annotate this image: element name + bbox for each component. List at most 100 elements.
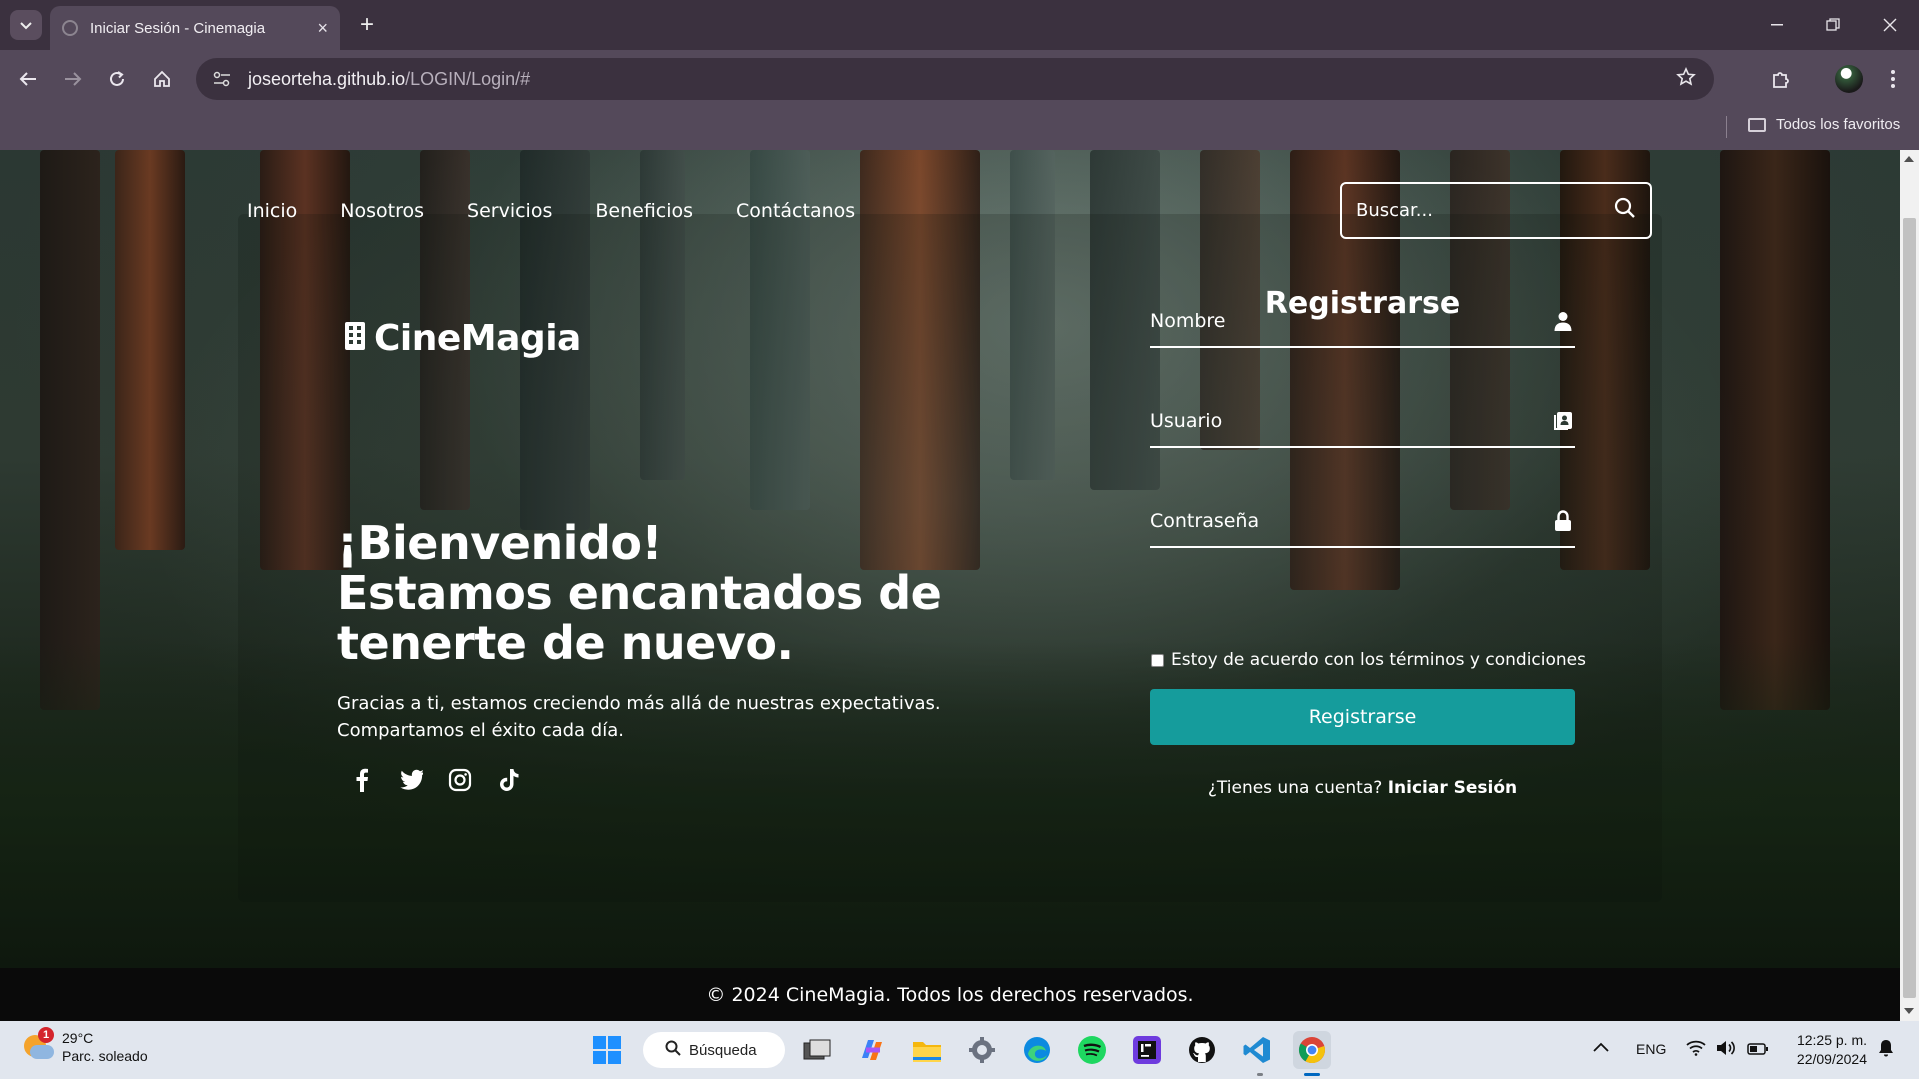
- folder-icon: [1748, 117, 1766, 132]
- scroll-up-icon[interactable]: [1904, 156, 1914, 162]
- site-settings-icon[interactable]: [208, 65, 236, 93]
- close-window-button[interactable]: [1870, 10, 1910, 40]
- browser-tab-bar: Iniciar Sesión - Cinemagia × +: [0, 0, 1919, 50]
- extensions-button[interactable]: [1765, 63, 1797, 95]
- notification-badge: 1: [38, 1027, 54, 1043]
- tiktok-icon[interactable]: [497, 768, 521, 792]
- minimize-icon: [1771, 24, 1783, 26]
- new-tab-button[interactable]: +: [352, 10, 382, 40]
- tab-title: Iniciar Sesión - Cinemagia: [90, 19, 266, 37]
- kebab-menu-icon: [1891, 70, 1895, 88]
- twitter-icon[interactable]: [399, 768, 423, 792]
- chevron-up-icon[interactable]: [1593, 1039, 1609, 1055]
- running-app-indicator: [1257, 1073, 1263, 1076]
- welcome-heading: ¡Bienvenido! Estamos encantados de tener…: [337, 518, 977, 668]
- restore-button[interactable]: [1813, 10, 1853, 40]
- login-link[interactable]: Iniciar Sesión: [1388, 778, 1517, 798]
- all-bookmarks-label: Todos los favoritos: [1776, 116, 1901, 133]
- search-icon[interactable]: [1614, 197, 1636, 224]
- username-input[interactable]: [1150, 410, 1551, 432]
- home-button[interactable]: [146, 63, 178, 95]
- nav-link-nosotros[interactable]: Nosotros: [340, 200, 424, 222]
- menu-button[interactable]: [1877, 63, 1909, 95]
- nav-link-beneficios[interactable]: Beneficios: [595, 200, 693, 222]
- intellij-icon[interactable]: [1128, 1031, 1166, 1069]
- welcome-heading-line: tenerte de nuevo.: [337, 616, 794, 670]
- terms-checkbox[interactable]: [1151, 653, 1164, 667]
- nav-link-servicios[interactable]: Servicios: [467, 200, 552, 222]
- facebook-icon[interactable]: [350, 768, 374, 792]
- browser-tab-active[interactable]: Iniciar Sesión - Cinemagia ×: [50, 6, 340, 50]
- scroll-thumb[interactable]: [1903, 218, 1916, 998]
- welcome-subtitle-line: Gracias a ti, estamos creciendo más allá…: [337, 693, 941, 714]
- weather-widget[interactable]: 1 29°C Parc. soleado: [22, 1027, 148, 1065]
- site-search: [1340, 182, 1652, 239]
- nav-link-inicio[interactable]: Inicio: [247, 200, 297, 222]
- windows-start-icon[interactable]: [588, 1031, 626, 1069]
- terms-label: Estoy de acuerdo con los términos y cond…: [1171, 650, 1586, 670]
- star-icon[interactable]: [1676, 67, 1696, 93]
- wifi-icon[interactable]: [1686, 1040, 1706, 1059]
- volume-icon[interactable]: [1716, 1040, 1736, 1059]
- file-explorer-icon[interactable]: [908, 1031, 946, 1069]
- arrow-right-icon: [65, 72, 82, 86]
- weather-text: 29°C Parc. soleado: [62, 1029, 148, 1065]
- puzzle-icon: [1773, 72, 1789, 88]
- partly-sunny-icon: 1: [22, 1027, 54, 1063]
- scroll-down-icon[interactable]: [1904, 1008, 1914, 1014]
- active-app-indicator: [1304, 1073, 1320, 1076]
- copyright-text: © 2024 CineMagia. Todos los derechos res…: [706, 983, 1194, 1006]
- copilot-icon[interactable]: [853, 1031, 891, 1069]
- clock-date: 22/09/2024: [1796, 1051, 1867, 1067]
- name-field: [1150, 296, 1575, 348]
- user-icon: [1551, 309, 1575, 333]
- taskbar-search[interactable]: Búsqueda: [643, 1032, 785, 1068]
- search-icon: [665, 1040, 681, 1060]
- password-input[interactable]: [1150, 510, 1551, 532]
- close-icon[interactable]: ×: [317, 18, 328, 39]
- welcome-subtitle: Gracias a ti, estamos creciendo más allá…: [337, 690, 977, 744]
- spotify-icon[interactable]: [1073, 1031, 1111, 1069]
- bookmarks-bar: Todos los favoritos: [0, 108, 1919, 150]
- chrome-icon[interactable]: [1293, 1031, 1331, 1069]
- settings-icon[interactable]: [963, 1031, 1001, 1069]
- username-field: [1150, 396, 1575, 448]
- notification-bell-icon[interactable]: [1878, 1039, 1894, 1060]
- brand-name: CineMagia: [374, 318, 581, 359]
- address-bar[interactable]: joseorteha.github.io/LOGIN/Login/#: [196, 58, 1714, 100]
- weather-description: Parc. soleado: [62, 1048, 148, 1064]
- login-prompt: ¿Tienes una cuenta? Iniciar Sesión: [1150, 778, 1575, 798]
- language-indicator[interactable]: ENG: [1636, 1041, 1666, 1057]
- tab-search-button[interactable]: [10, 10, 42, 40]
- back-button[interactable]: [12, 63, 44, 95]
- instagram-icon[interactable]: [448, 768, 472, 792]
- register-button[interactable]: Registrarse: [1150, 689, 1575, 745]
- chevron-down-icon: [20, 17, 32, 33]
- building-icon: [344, 321, 366, 356]
- profile-avatar[interactable]: [1835, 65, 1863, 93]
- login-prompt-text: ¿Tienes una cuenta?: [1207, 778, 1383, 798]
- all-bookmarks-button[interactable]: Todos los favoritos: [1748, 116, 1900, 133]
- name-input[interactable]: [1150, 310, 1551, 332]
- weather-temperature: 29°C: [62, 1030, 94, 1046]
- password-field: [1150, 496, 1575, 548]
- task-view-icon[interactable]: [798, 1031, 836, 1069]
- restore-icon: [1826, 18, 1840, 31]
- welcome-subtitle-line: Compartamos el éxito cada día.: [337, 720, 624, 741]
- battery-icon[interactable]: [1747, 1042, 1769, 1058]
- home-icon: [154, 70, 170, 87]
- minimize-button[interactable]: [1757, 10, 1797, 40]
- edge-browser-icon[interactable]: [1018, 1031, 1056, 1069]
- url-text: joseorteha.github.io/LOGIN/Login/#: [248, 68, 531, 89]
- search-input[interactable]: [1356, 200, 1614, 221]
- terms-checkbox-row[interactable]: Estoy de acuerdo con los términos y cond…: [1151, 650, 1586, 670]
- nav-link-contactanos[interactable]: Contáctanos: [736, 200, 855, 222]
- reload-button[interactable]: [101, 63, 133, 95]
- github-icon[interactable]: [1183, 1031, 1221, 1069]
- brand-logo: CineMagia: [344, 318, 581, 359]
- welcome-section: ¡Bienvenido! Estamos encantados de tener…: [337, 518, 977, 744]
- page-scrollbar[interactable]: [1900, 150, 1919, 1021]
- vscode-icon[interactable]: [1238, 1031, 1276, 1069]
- system-clock[interactable]: 12:25 p. m. 22/09/2024: [1782, 1031, 1867, 1069]
- forward-button[interactable]: [57, 63, 89, 95]
